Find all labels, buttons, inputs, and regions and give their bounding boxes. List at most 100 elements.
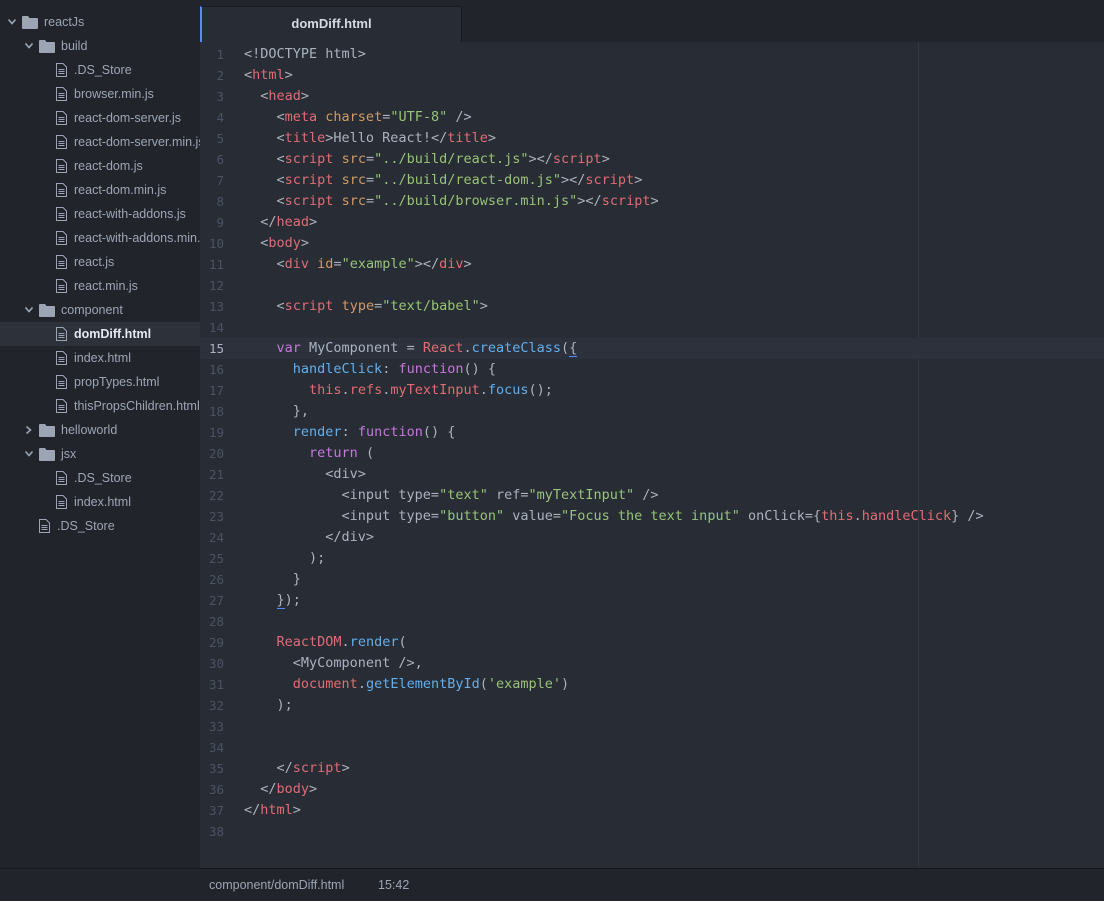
code-line[interactable]: 21 <div> [200, 464, 1104, 485]
code-token-tag: script [552, 151, 602, 167]
code-token: () { [422, 424, 456, 440]
code-line-active[interactable]: 15 var MyComponent = React.createClass({ [200, 338, 1104, 359]
tree-file-react-dom-js[interactable]: react-dom.js [0, 154, 200, 178]
code-line[interactable]: 12 [200, 275, 1104, 296]
tree-file-proptypes-html[interactable]: propTypes.html [0, 370, 200, 394]
chevron-down-icon[interactable] [8, 18, 16, 26]
code-line[interactable]: 2 <html> [200, 65, 1104, 86]
tree-file-react-with-addons-min-js[interactable]: react-with-addons.min.js [0, 226, 200, 250]
status-file-path[interactable]: component/domDiff.html [209, 869, 344, 901]
tree-file-thispropschildren-html[interactable]: thisPropsChildren.html [0, 394, 200, 418]
line-source: var MyComponent = React.createClass({ [244, 338, 578, 359]
file-text-icon [56, 495, 67, 509]
code-token-tag: script [284, 298, 334, 314]
code-token-string: 'example' [487, 676, 562, 692]
tree-file-index-html[interactable]: index.html [0, 346, 200, 370]
code-token-tag: handleClick [861, 508, 952, 524]
code-line[interactable]: 13 <script type="text/babel"> [200, 296, 1104, 317]
tree-file-ds-store[interactable]: .DS_Store [0, 466, 200, 490]
code-line[interactable]: 28 [200, 611, 1104, 632]
code-line[interactable]: 22 <input type="text" ref="myTextInput" … [200, 485, 1104, 506]
matched-bracket: { [569, 340, 578, 357]
line-number: 24 [208, 530, 224, 545]
tree-folder-helloworld[interactable]: helloworld [0, 418, 200, 442]
tree-file-index-html[interactable]: index.html [0, 490, 200, 514]
code-token: = [333, 256, 342, 272]
code-token: . [357, 676, 366, 692]
line-number: 6 [216, 152, 224, 167]
tree-file-domdiff-html[interactable]: domDiff.html [0, 322, 200, 346]
folder-icon [39, 448, 55, 461]
code-line[interactable]: 38 [200, 821, 1104, 842]
chevron-right-icon[interactable] [25, 426, 33, 434]
tree-file-react-dom-server-min-js[interactable]: react-dom-server.min.js [0, 130, 200, 154]
code-line[interactable]: 36 </body> [200, 779, 1104, 800]
code-line[interactable]: 7 <script src="../build/react-dom.js"></… [200, 170, 1104, 191]
tree-item-label: react-with-addons.min.js [74, 231, 200, 245]
code-line[interactable]: 10 <body> [200, 233, 1104, 254]
code-line[interactable]: 4 <meta charset="UTF-8" /> [200, 107, 1104, 128]
code-line[interactable]: 6 <script src="../build/react.js"></scri… [200, 149, 1104, 170]
status-cursor-position[interactable]: 15:42 [378, 869, 409, 901]
tree-file-ds-store[interactable]: .DS_Store [0, 514, 200, 538]
code-token-tag: body [268, 235, 301, 251]
code-token: ></ [528, 151, 553, 167]
code-line[interactable]: 25 ); [200, 548, 1104, 569]
code-token-tag: div [439, 256, 464, 272]
line-number: 13 [208, 299, 224, 314]
code-line[interactable]: 32 ); [200, 695, 1104, 716]
code-line[interactable]: 14 [200, 317, 1104, 338]
tree-file-react-min-js[interactable]: react.min.js [0, 274, 200, 298]
code-line[interactable]: 5 <title>Hello React!</title> [200, 128, 1104, 149]
code-line[interactable]: 30 <MyComponent />, [200, 653, 1104, 674]
code-line[interactable]: 16 handleClick: function() { [200, 359, 1104, 380]
chevron-down-icon[interactable] [25, 42, 33, 50]
tree-file-react-dom-server-js[interactable]: react-dom-server.js [0, 106, 200, 130]
code-token: = [365, 151, 375, 167]
code-line[interactable]: 11 <div id="example"></div> [200, 254, 1104, 275]
code-token: > [650, 193, 659, 209]
chevron-down-icon[interactable] [25, 306, 33, 314]
code-token-keyword: var [276, 340, 301, 356]
code-token: /> [447, 109, 472, 125]
code-line[interactable]: 9 </head> [200, 212, 1104, 233]
code-token-tag: script [601, 193, 651, 209]
tree-file-browser-min-js[interactable]: browser.min.js [0, 82, 200, 106]
code-token-string: "../build/react-dom.js" [374, 172, 562, 188]
code-line[interactable]: 18 }, [200, 401, 1104, 422]
tree-folder-build[interactable]: build [0, 34, 200, 58]
code-line[interactable]: 29 ReactDOM.render( [200, 632, 1104, 653]
code-token-tag: body [276, 781, 310, 797]
code-line[interactable]: 17 this.refs.myTextInput.focus(); [200, 380, 1104, 401]
code-line[interactable]: 26 } [200, 569, 1104, 590]
code-line[interactable]: 31 document.getElementById('example') [200, 674, 1104, 695]
tab-domdiff-html[interactable]: domDiff.html [200, 6, 462, 42]
tree-file-ds-store[interactable]: .DS_Store [0, 58, 200, 82]
tree-file-react-dom-min-js[interactable]: react-dom.min.js [0, 178, 200, 202]
tree-folder-component[interactable]: component [0, 298, 200, 322]
chevron-down-icon[interactable] [25, 450, 33, 458]
code-line[interactable]: 19 render: function() { [200, 422, 1104, 443]
code-line[interactable]: 8 <script src="../build/browser.min.js">… [200, 191, 1104, 212]
tree-folder-jsx[interactable]: jsx [0, 442, 200, 466]
code-line[interactable]: 33 [200, 716, 1104, 737]
tree-file-react-with-addons-js[interactable]: react-with-addons.js [0, 202, 200, 226]
code-token: < [244, 256, 285, 272]
code-line[interactable]: 37 </html> [200, 800, 1104, 821]
code-line[interactable]: 23 <input type="button" value="Focus the… [200, 506, 1104, 527]
tree-item-label: build [61, 39, 88, 53]
code-line[interactable]: 34 [200, 737, 1104, 758]
code-line[interactable]: 20 return ( [200, 443, 1104, 464]
code-line[interactable]: 3 <head> [200, 86, 1104, 107]
code-token: = [374, 298, 383, 314]
code-editor[interactable]: 1 <!DOCTYPE html> 2 <html> 3 <head> 4 <meta c… [200, 42, 1104, 868]
code-line[interactable]: 27 }); [200, 590, 1104, 611]
code-line[interactable]: 24 </div> [200, 527, 1104, 548]
code-line[interactable]: 35 </script> [200, 758, 1104, 779]
file-text-icon [56, 399, 67, 413]
code-line[interactable]: 1 <!DOCTYPE html> [200, 44, 1104, 65]
code-token: </ [244, 214, 277, 230]
tree-folder-reactjs[interactable]: reactJs [0, 10, 200, 34]
tree-view[interactable]: reactJs build .DS_Store browser.min.js react… [0, 0, 201, 868]
tree-file-react-js[interactable]: react.js [0, 250, 200, 274]
